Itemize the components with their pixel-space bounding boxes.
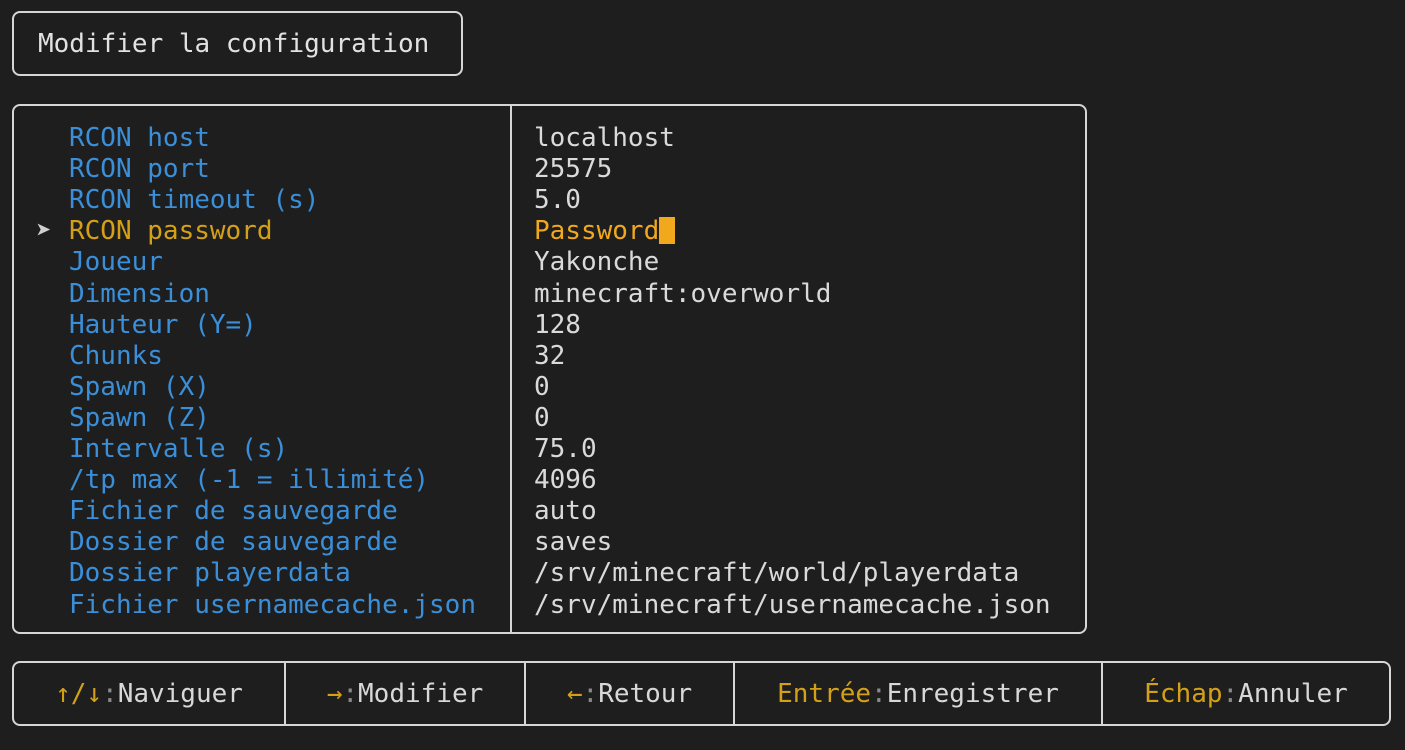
config-label: /tp max (-1 = illimité)	[69, 465, 430, 496]
config-label: Dossier de sauvegarde	[69, 527, 398, 558]
config-label: RCON timeout (s)	[69, 185, 320, 216]
keybinding-action: Annuler	[1238, 678, 1348, 709]
page-title-box: Modifier la configuration	[12, 11, 463, 76]
config-value-text: Yakonche	[534, 247, 660, 278]
keybinding-hint: → : Modifier	[286, 663, 526, 724]
config-value-text: saves	[534, 527, 613, 558]
config-value: auto	[534, 496, 597, 527]
keybinding-separator: :	[342, 678, 359, 709]
keybinding-key: ↑/↓	[55, 678, 103, 709]
config-label: RCON port	[69, 154, 210, 185]
config-value-text: /srv/minecraft/usernamecache.json	[534, 589, 1051, 620]
config-value: 0	[534, 372, 550, 403]
keybinding-action: Modifier	[358, 678, 484, 709]
config-row[interactable]: /tp max (-1 = illimité) 4096	[14, 465, 1085, 496]
keybinding-key: ←	[566, 678, 583, 709]
config-row[interactable]: Intervalle (s) 75.0	[14, 434, 1085, 465]
keybinding-key: Échap	[1144, 678, 1223, 709]
config-value: minecraft:overworld	[534, 279, 831, 310]
config-label: Dimension	[69, 278, 210, 309]
config-value: 32	[534, 341, 565, 372]
config-label: Intervalle (s)	[69, 434, 289, 464]
config-row[interactable]: Dossier playerdata/srv/minecraft/world/p…	[14, 558, 1085, 589]
config-value-text: auto	[534, 496, 597, 527]
config-row[interactable]: Fichier de sauvegarde auto	[14, 496, 1085, 527]
config-value: 5.0	[534, 185, 581, 216]
selection-arrow-icon: ➤	[36, 216, 52, 247]
config-value-input[interactable]: Password	[534, 216, 676, 247]
config-value: 0	[534, 403, 550, 434]
keybinding-separator: :	[1222, 678, 1239, 709]
keybinding-key: →	[326, 678, 343, 709]
config-row[interactable]: Joueur Yakonche	[14, 247, 1085, 278]
config-value-text: /srv/minecraft/world/playerdata	[534, 558, 1020, 589]
config-value: 25575	[534, 154, 612, 185]
config-value: /srv/minecraft/usernamecache.json	[534, 590, 1051, 621]
keybinding-action: Retour	[598, 678, 693, 709]
config-value-text: 4096	[534, 465, 597, 496]
config-row-selected[interactable]: ➤ RCON password Password	[14, 216, 1085, 247]
text-cursor	[659, 217, 676, 245]
keybinding-separator: :	[582, 678, 599, 709]
config-label: RCON host	[69, 123, 210, 153]
config-row[interactable]: Spawn (X) 0	[14, 372, 1085, 403]
page-title: Modifier la configuration	[38, 28, 430, 59]
config-value-text: 25575	[534, 154, 613, 185]
config-value: localhost	[534, 123, 675, 154]
keybinding-hint: ↑/↓ : Naviguer	[14, 663, 286, 724]
config-label: Spawn (Z)	[69, 402, 210, 433]
keybinding-hint: Échap : Annuler	[1103, 663, 1389, 724]
config-row[interactable]: Fichier usernamecache.json/srv/minecraft…	[14, 590, 1085, 621]
config-row[interactable]: Dossier de sauvegarde saves	[14, 527, 1085, 558]
config-label: Hauteur (Y=)	[69, 309, 257, 340]
config-value-text: 0	[534, 402, 550, 433]
config-value-text: 75.0	[534, 434, 597, 464]
config-label: Joueur	[69, 247, 163, 278]
config-label: Chunks	[69, 340, 163, 371]
config-row[interactable]: RCON host localhost	[14, 123, 1085, 154]
config-row[interactable]: Spawn (Z) 0	[14, 403, 1085, 434]
keybinding-key: Entrée	[777, 678, 872, 709]
config-row[interactable]: RCON port 25575	[14, 154, 1085, 185]
config-label: Dossier playerdata	[69, 558, 351, 589]
config-value: saves	[534, 527, 612, 558]
config-table: RCON host localhost RCON port 25575 RCON tim…	[12, 104, 1087, 634]
config-value-text: 5.0	[534, 185, 581, 216]
keybinding-action: Naviguer	[117, 678, 243, 709]
config-row[interactable]: RCON timeout (s) 5.0	[14, 185, 1085, 216]
config-label: RCON password	[69, 216, 273, 247]
keybinding-bar: ↑/↓ : Naviguer → : Modifier ← : Retour Entr…	[12, 661, 1391, 726]
config-label: Fichier de sauvegarde	[69, 496, 398, 527]
config-value: 128	[534, 310, 581, 341]
config-row[interactable]: Chunks 32	[14, 341, 1085, 372]
config-value-text: minecraft:overworld	[534, 278, 832, 309]
config-value-text: 32	[534, 340, 566, 371]
config-row[interactable]: Hauteur (Y=) 128	[14, 310, 1085, 341]
config-label: Spawn (X)	[69, 371, 210, 402]
config-value: /srv/minecraft/world/playerdata	[534, 558, 1019, 589]
keybinding-separator: :	[102, 678, 118, 709]
config-row[interactable]: Dimension minecraft:overworld	[14, 279, 1085, 310]
config-value: 75.0	[534, 434, 597, 465]
keybinding-hint: Entrée : Enregistrer	[735, 663, 1103, 724]
config-value: Yakonche	[534, 247, 659, 278]
keybinding-hint: ← : Retour	[526, 663, 735, 724]
config-label: Fichier usernamecache.json	[69, 589, 476, 620]
keybinding-separator: :	[871, 678, 887, 709]
keybinding-action: Enregistrer	[886, 678, 1059, 709]
config-value-text: 0	[534, 371, 550, 402]
config-value-text: 128	[534, 309, 581, 340]
config-value-text: Password	[534, 216, 660, 247]
config-value-text: localhost	[534, 123, 675, 153]
config-value: 4096	[534, 465, 597, 496]
